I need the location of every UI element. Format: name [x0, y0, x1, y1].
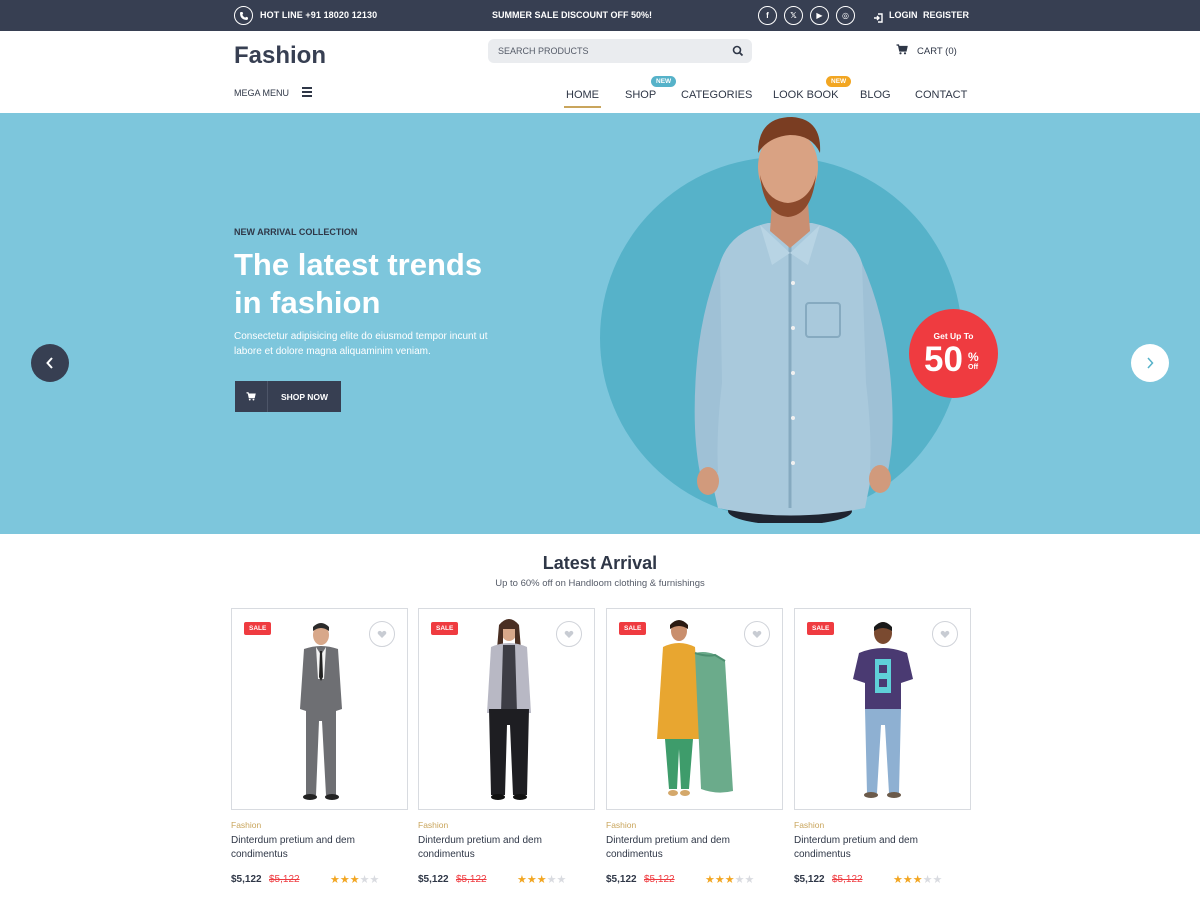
- product-price: $5,122: [794, 874, 825, 885]
- product-old-price: $5,122: [832, 874, 863, 885]
- product-old-price: $5,122: [269, 874, 300, 885]
- product-card[interactable]: SALE: [418, 608, 595, 810]
- product-price: $5,122: [606, 874, 637, 885]
- cart-button[interactable]: CART (0): [896, 44, 957, 58]
- star-icon: ★★★: [330, 874, 360, 886]
- product-price: $5,122: [231, 874, 262, 885]
- search-icon[interactable]: [732, 44, 744, 62]
- login-link[interactable]: LOGIN: [889, 10, 918, 20]
- search-input[interactable]: SEARCH PRODUCTS: [488, 39, 752, 63]
- product-price: $5,122: [418, 874, 449, 885]
- heart-icon[interactable]: [744, 621, 770, 647]
- product-old-price: $5,122: [644, 874, 675, 885]
- product-card[interactable]: SALE: [231, 608, 408, 810]
- rating-stars: ★★★★★: [893, 873, 942, 886]
- slider-next-button[interactable]: [1131, 344, 1169, 382]
- heart-icon[interactable]: [932, 621, 958, 647]
- product-category[interactable]: Fashion: [418, 820, 448, 830]
- product-name[interactable]: Dinterdum pretium and dem condimentus: [231, 834, 391, 862]
- login-icon[interactable]: [873, 10, 884, 28]
- nav-look-book[interactable]: LOOK BOOK: [773, 89, 838, 101]
- youtube-icon[interactable]: ▶: [810, 6, 829, 25]
- cart-icon: [896, 44, 908, 58]
- hotline-text: HOT LINE +91 18020 12130: [260, 10, 378, 20]
- nav-shop[interactable]: SHOP: [625, 89, 656, 101]
- product-name[interactable]: Dinterdum pretium and dem condimentus: [606, 834, 766, 862]
- hero-headline: The latest trends in fashion: [234, 246, 534, 322]
- star-empty-icon: ★★: [734, 874, 755, 886]
- heart-icon[interactable]: [369, 621, 395, 647]
- sale-badge: SALE: [807, 622, 835, 635]
- phone-icon: [234, 6, 253, 25]
- offer-percent: %: [968, 350, 979, 364]
- sale-badge: SALE: [619, 622, 647, 635]
- cart-icon: [235, 381, 268, 412]
- product-old-price: $5,122: [456, 874, 487, 885]
- promo-text: SUMMER SALE DISCOUNT OFF 50%!: [492, 10, 653, 20]
- hero-slider: NEW ARRIVAL COLLECTION The latest trends…: [0, 113, 1200, 534]
- top-bar: HOT LINE +91 18020 12130 SUMMER SALE DIS…: [0, 0, 1200, 31]
- star-empty-icon: ★★: [359, 874, 380, 886]
- nav-home[interactable]: HOME: [564, 89, 601, 108]
- product-name[interactable]: Dinterdum pretium and dem condimentus: [418, 834, 578, 862]
- cart-label: CART (0): [917, 45, 957, 57]
- lookbook-badge-text: NEW: [831, 78, 847, 85]
- rating-stars: ★★★★★: [330, 873, 379, 886]
- slider-prev-button[interactable]: [31, 344, 69, 382]
- offer-off-text: Off: [968, 364, 979, 371]
- heart-icon[interactable]: [556, 621, 582, 647]
- x-icon[interactable]: 𝕏: [784, 6, 803, 25]
- site-logo[interactable]: Fashion: [234, 42, 326, 70]
- hero-headline-line1: The latest trends: [234, 247, 483, 282]
- rating-stars: ★★★★★: [705, 873, 754, 886]
- shop-new-badge: NEW: [651, 76, 677, 90]
- site-header: Fashion MEGA MENU SEARCH PRODUCTS CART (…: [0, 31, 1200, 113]
- product-card[interactable]: SALE: [606, 608, 783, 810]
- star-empty-icon: ★★: [546, 874, 567, 886]
- search-placeholder: SEARCH PRODUCTS: [498, 46, 589, 56]
- star-icon: ★★★: [517, 874, 547, 886]
- star-empty-icon: ★★: [922, 874, 943, 886]
- hero-model-image: [694, 117, 893, 523]
- nav-categories[interactable]: CATEGORIES: [681, 89, 752, 101]
- offer-badge: Get Up To 50 % Off: [909, 309, 998, 398]
- nav-contact[interactable]: CONTACT: [915, 89, 967, 101]
- lookbook-new-badge: NEW: [826, 76, 852, 90]
- star-icon: ★★★: [893, 874, 923, 886]
- product-category[interactable]: Fashion: [231, 820, 261, 830]
- offer-number: 50: [924, 340, 963, 379]
- sale-badge: SALE: [431, 622, 459, 635]
- section-subtitle: Up to 60% off on Handloom clothing & fur…: [495, 578, 705, 589]
- shop-now-button[interactable]: SHOP NOW: [235, 381, 341, 412]
- hero-description: Consectetur adipisicing elite do eiusmod…: [234, 331, 488, 357]
- chevron-right-icon: [1147, 357, 1154, 369]
- facebook-icon[interactable]: f: [758, 6, 777, 25]
- hero-eyebrow: NEW ARRIVAL COLLECTION: [234, 227, 358, 237]
- chevron-left-icon: [46, 357, 53, 369]
- shop-now-label: SHOP NOW: [280, 391, 329, 402]
- instagram-icon[interactable]: ◎: [836, 6, 855, 25]
- register-link[interactable]: REGISTER: [923, 10, 969, 20]
- product-category[interactable]: Fashion: [606, 820, 636, 830]
- sale-badge: SALE: [244, 622, 272, 635]
- rating-stars: ★★★★★: [517, 873, 566, 886]
- nav-blog[interactable]: BLOG: [860, 89, 891, 101]
- product-name[interactable]: Dinterdum pretium and dem condimentus: [794, 834, 954, 862]
- shop-badge-text: NEW: [656, 78, 672, 85]
- star-icon: ★★★: [705, 874, 735, 886]
- hero-headline-line2: in fashion: [234, 285, 381, 320]
- section-title: Latest Arrival: [542, 553, 658, 573]
- product-card[interactable]: SALE: [794, 608, 971, 810]
- mega-menu-label[interactable]: MEGA MENU: [234, 88, 289, 98]
- hamburger-icon[interactable]: [302, 87, 312, 99]
- product-category[interactable]: Fashion: [794, 820, 824, 830]
